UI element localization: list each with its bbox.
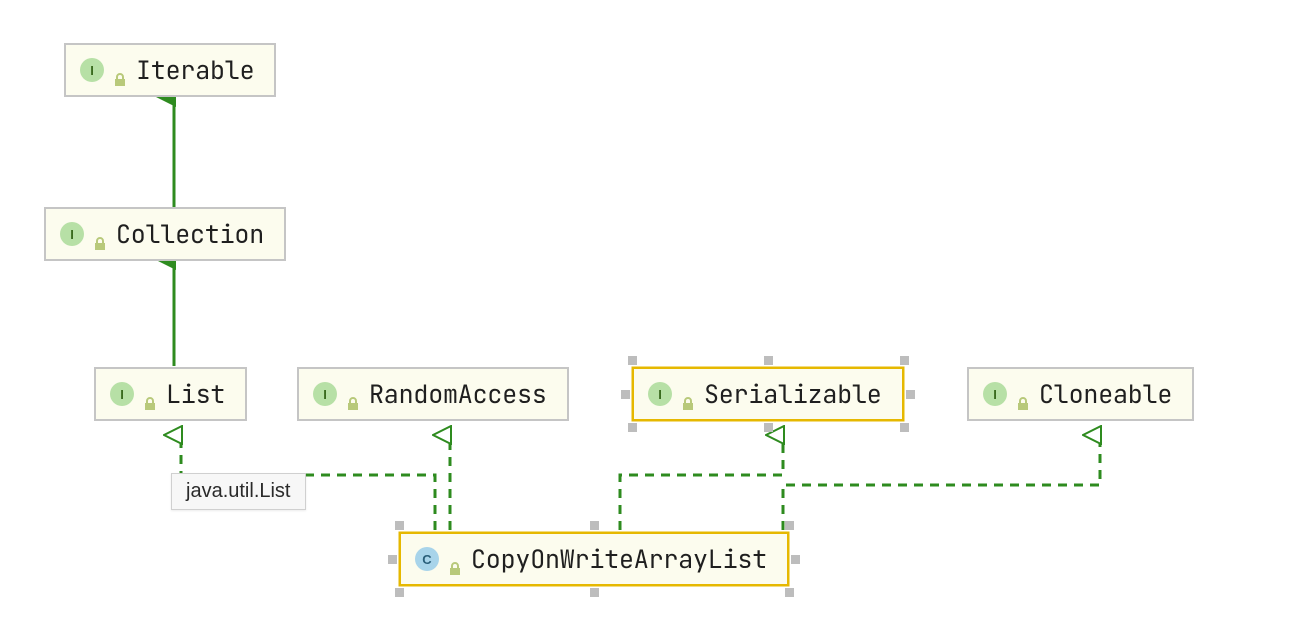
selection-handle[interactable] (900, 356, 909, 365)
selection-handle[interactable] (628, 356, 637, 365)
interface-icon: I (60, 222, 84, 246)
node-label: List (166, 377, 225, 411)
class-icon: C (415, 547, 439, 571)
node-list[interactable]: I List (94, 367, 247, 421)
node-label: Iterable (136, 53, 254, 87)
selection-handle[interactable] (395, 521, 404, 530)
lock-icon (1015, 386, 1031, 402)
selection-handle[interactable] (785, 521, 794, 530)
interface-icon: I (983, 382, 1007, 406)
interface-icon: I (313, 382, 337, 406)
tooltip-fqn: java.util.List (171, 473, 306, 510)
selection-handle[interactable] (900, 423, 909, 432)
node-label: CopyOnWriteArrayList (471, 542, 767, 576)
selection-handle[interactable] (590, 521, 599, 530)
tooltip-text: java.util.List (186, 480, 291, 502)
lock-icon (345, 386, 361, 402)
node-cloneable[interactable]: I Cloneable (967, 367, 1194, 421)
lock-icon (680, 386, 696, 402)
selection-handle[interactable] (785, 588, 794, 597)
edge-cowal-cloneable (783, 435, 1100, 530)
selection-handle[interactable] (791, 555, 800, 564)
interface-icon: I (80, 58, 104, 82)
interface-icon: I (110, 382, 134, 406)
lock-icon (447, 551, 463, 567)
node-label: RandomAccess (369, 377, 547, 411)
node-randomaccess[interactable]: I RandomAccess (297, 367, 569, 421)
node-collection[interactable]: I Collection (44, 207, 286, 261)
node-iterable[interactable]: I Iterable (64, 43, 276, 97)
lock-icon (142, 386, 158, 402)
selection-handle[interactable] (764, 423, 773, 432)
selection-handle[interactable] (590, 588, 599, 597)
edge-cowal-serializable (620, 435, 783, 530)
selection-handle[interactable] (388, 555, 397, 564)
selection-handle[interactable] (906, 390, 915, 399)
node-label: Cloneable (1039, 377, 1172, 411)
selection-handle[interactable] (395, 588, 404, 597)
interface-icon: I (648, 382, 672, 406)
selection-handle[interactable] (764, 356, 773, 365)
diagram-canvas[interactable]: I Iterable I Collection I List I RandomA… (0, 0, 1298, 634)
lock-icon (92, 226, 108, 242)
lock-icon (112, 62, 128, 78)
node-copyonwritearraylist[interactable]: C CopyOnWriteArrayList (399, 532, 789, 586)
selection-handle[interactable] (621, 390, 630, 399)
selection-handle[interactable] (628, 423, 637, 432)
node-serializable[interactable]: I Serializable (632, 367, 904, 421)
node-label: Serializable (704, 377, 882, 411)
node-label: Collection (116, 217, 264, 251)
